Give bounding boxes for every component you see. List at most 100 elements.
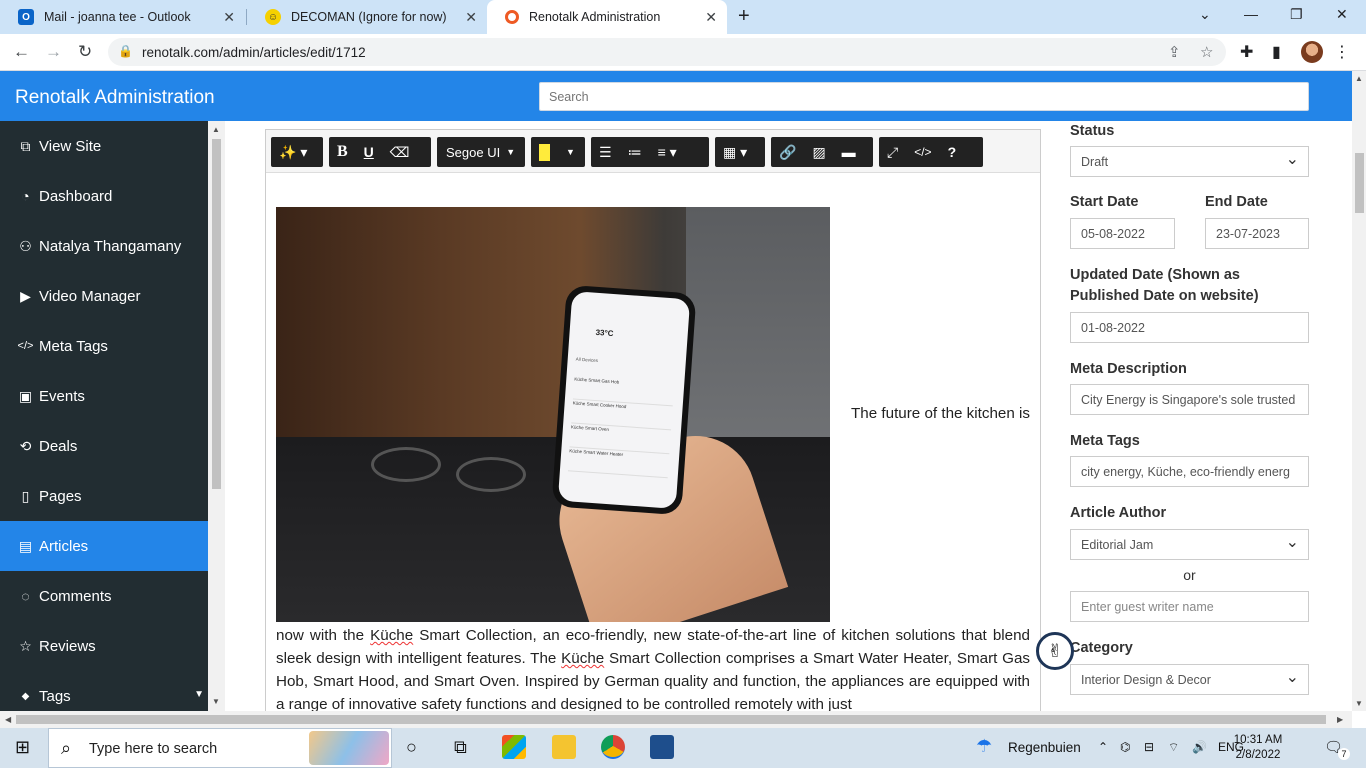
bullet-list-icon[interactable]: ☰ [591, 137, 620, 167]
category-select[interactable]: Interior Design & Decor [1070, 664, 1309, 695]
weather-text[interactable]: Regenbuien [1008, 740, 1081, 755]
chrome-icon[interactable] [601, 735, 625, 759]
sidebar-item-pages[interactable]: ▯ Pages [0, 471, 208, 521]
reload-icon[interactable]: ↻ [78, 42, 92, 62]
page-horizontal-scrollbar[interactable]: ◀ ▶ [0, 711, 1352, 728]
sidebar-item-user[interactable]: ⚇ Natalya Thangamany [0, 221, 208, 271]
align-icon[interactable]: ≡ ▾ [650, 137, 685, 167]
editor-content[interactable]: 33°C All Devices Küche Smart Gas Hob Küc… [276, 207, 1030, 716]
sidebar: ⧉ View Site ◔ Dashboard ⚇ Natalya Thangaman… [0, 121, 208, 711]
paragraph-group: ☰ ≔ ≡ ▾ [591, 137, 709, 167]
scroll-left-icon[interactable]: ◀ [5, 715, 11, 724]
sidebar-item-dashboard[interactable]: ◔ Dashboard [0, 171, 208, 221]
network-icon[interactable]: ⌬ [1120, 740, 1130, 754]
updated-date-field[interactable]: 01-08-2022 [1070, 312, 1309, 343]
scroll-down-icon[interactable]: ▼ [1355, 699, 1363, 708]
sidebar-item-comments[interactable]: ◌ Comments [0, 571, 208, 621]
side-panel-icon[interactable]: ▮ [1272, 42, 1281, 62]
volume-icon[interactable]: 🔊 [1192, 740, 1207, 754]
image-icon[interactable]: ▨ [804, 137, 833, 167]
sidebar-item-articles[interactable]: ▤ Articles [0, 521, 208, 571]
ethernet-icon[interactable]: ⊟ [1144, 740, 1154, 754]
tab-renotalk[interactable]: Renotalk Administration ✕ [487, 0, 727, 34]
back-icon[interactable]: ← [13, 42, 30, 62]
sidebar-item-label: Dashboard [39, 187, 113, 205]
scroll-up-icon[interactable]: ▲ [212, 125, 220, 134]
help-icon[interactable]: ? [940, 137, 965, 167]
wifi-icon[interactable]: ⌔ [1168, 740, 1179, 755]
tray-chevron-icon[interactable]: ⌃ [1098, 740, 1108, 754]
fullscreen-icon[interactable]: ⤢ [879, 137, 906, 167]
underline-icon[interactable]: U [356, 137, 382, 167]
bookmark-star-icon[interactable]: ☆ [1200, 43, 1213, 61]
weather-icon[interactable]: ☂ [976, 736, 992, 757]
window-close-icon[interactable]: ✕ [1336, 6, 1348, 23]
word-icon[interactable] [650, 735, 674, 759]
table-icon[interactable]: ▦ ▾ [715, 137, 755, 167]
highlight-group: ▼ [531, 137, 585, 167]
sidebar-item-video-manager[interactable]: ▶ Video Manager [0, 271, 208, 321]
taskbar-search[interactable]: ⌕ Type here to search [48, 728, 392, 768]
guest-writer-field[interactable]: Enter guest writer name [1070, 591, 1309, 622]
tab-outlook[interactable]: O Mail - joanna tee - Outlook ✕ [0, 0, 245, 34]
start-date-field[interactable]: 05-08-2022 [1070, 218, 1175, 249]
code-view-icon[interactable]: </> [906, 137, 939, 167]
bold-icon[interactable]: B [329, 137, 356, 167]
share-icon[interactable]: ⇪ [1168, 43, 1181, 61]
app-brand[interactable]: Renotalk Administration [15, 87, 215, 109]
article-image[interactable]: 33°C All Devices Küche Smart Gas Hob Küc… [276, 207, 830, 622]
scrollbar-thumb[interactable] [1355, 153, 1364, 213]
sidebar-scrollbar[interactable]: ▲ ▼ [208, 121, 225, 711]
star-icon: ☆ [19, 637, 32, 654]
scroll-right-icon[interactable]: ▶ [1337, 715, 1343, 724]
forward-icon[interactable]: → [45, 42, 62, 62]
store-icon[interactable] [502, 735, 526, 759]
highlight-color-icon[interactable] [531, 137, 558, 167]
sidebar-item-meta-tags[interactable]: </> Meta Tags [0, 321, 208, 371]
maximize-icon[interactable]: ❐ [1290, 6, 1303, 23]
caret-down-icon[interactable]: ▼ [558, 137, 583, 167]
meta-tags-field[interactable]: city energy, Küche, eco-friendly energ [1070, 456, 1309, 487]
peace-hand-icon[interactable]: ✌ [1036, 632, 1074, 670]
profile-avatar[interactable] [1301, 41, 1323, 63]
new-tab-icon[interactable]: + [738, 5, 750, 28]
sidebar-item-reviews[interactable]: ☆ Reviews [0, 621, 208, 671]
extensions-icon[interactable]: ✚ [1240, 42, 1253, 62]
search-input[interactable] [539, 82, 1309, 111]
minimize-icon[interactable]: — [1244, 6, 1258, 22]
url-field[interactable]: 🔒 renotalk.com/admin/articles/edit/1712 … [108, 38, 1226, 66]
taskbar-clock[interactable]: 10:31 AM 2/8/2022 [1228, 733, 1288, 763]
meta-description-field[interactable]: City Energy is Singapore's sole trusted [1070, 384, 1309, 415]
sidebar-item-events[interactable]: ▣ Events [0, 371, 208, 421]
scroll-up-icon[interactable]: ▲ [1355, 74, 1363, 83]
task-view-icon[interactable]: ⧉ [454, 737, 467, 758]
video-icon[interactable]: ▬ [834, 137, 864, 167]
sidebar-item-deals[interactable]: ⟲ Deals [0, 421, 208, 471]
windows-start-icon[interactable]: ⊞ [15, 737, 30, 758]
cortana-icon[interactable]: ○ [406, 737, 417, 758]
close-icon[interactable]: ✕ [223, 9, 235, 26]
file-explorer-icon[interactable] [552, 735, 576, 759]
sidebar-item-label: Reviews [39, 637, 96, 655]
end-date-field[interactable]: 23-07-2023 [1205, 218, 1309, 249]
browser-menu-icon[interactable]: ⋮ [1334, 42, 1350, 62]
tab-search-icon[interactable]: ⌄ [1199, 6, 1211, 23]
magic-wand-icon[interactable]: ✨ ▾ [271, 137, 315, 167]
close-icon[interactable]: ✕ [705, 9, 717, 26]
sidebar-item-tags[interactable]: ◆ Tags ▼ [0, 671, 208, 711]
font-family-dropdown[interactable]: Segoe UI ▼ [437, 137, 525, 167]
status-select[interactable]: Draft [1070, 146, 1309, 177]
page-vertical-scrollbar[interactable]: ▲ ▼ [1352, 71, 1366, 711]
eraser-icon[interactable]: ⌫ [382, 137, 418, 167]
scroll-down-icon[interactable]: ▼ [212, 697, 220, 706]
close-icon[interactable]: ✕ [465, 9, 477, 26]
tab-decoman[interactable]: ☺ DECOMAN (Ignore for now) ✕ [247, 0, 487, 34]
sidebar-item-label: Natalya Thangamany [39, 237, 182, 255]
article-author-select[interactable]: Editorial Jam [1070, 529, 1309, 560]
link-icon[interactable]: 🔗 [771, 137, 804, 167]
sidebar-item-view-site[interactable]: ⧉ View Site [0, 121, 208, 171]
outlook-icon: O [18, 9, 34, 25]
scrollbar-thumb[interactable] [16, 715, 1326, 724]
scrollbar-thumb[interactable] [212, 139, 221, 489]
numbered-list-icon[interactable]: ≔ [620, 137, 650, 167]
